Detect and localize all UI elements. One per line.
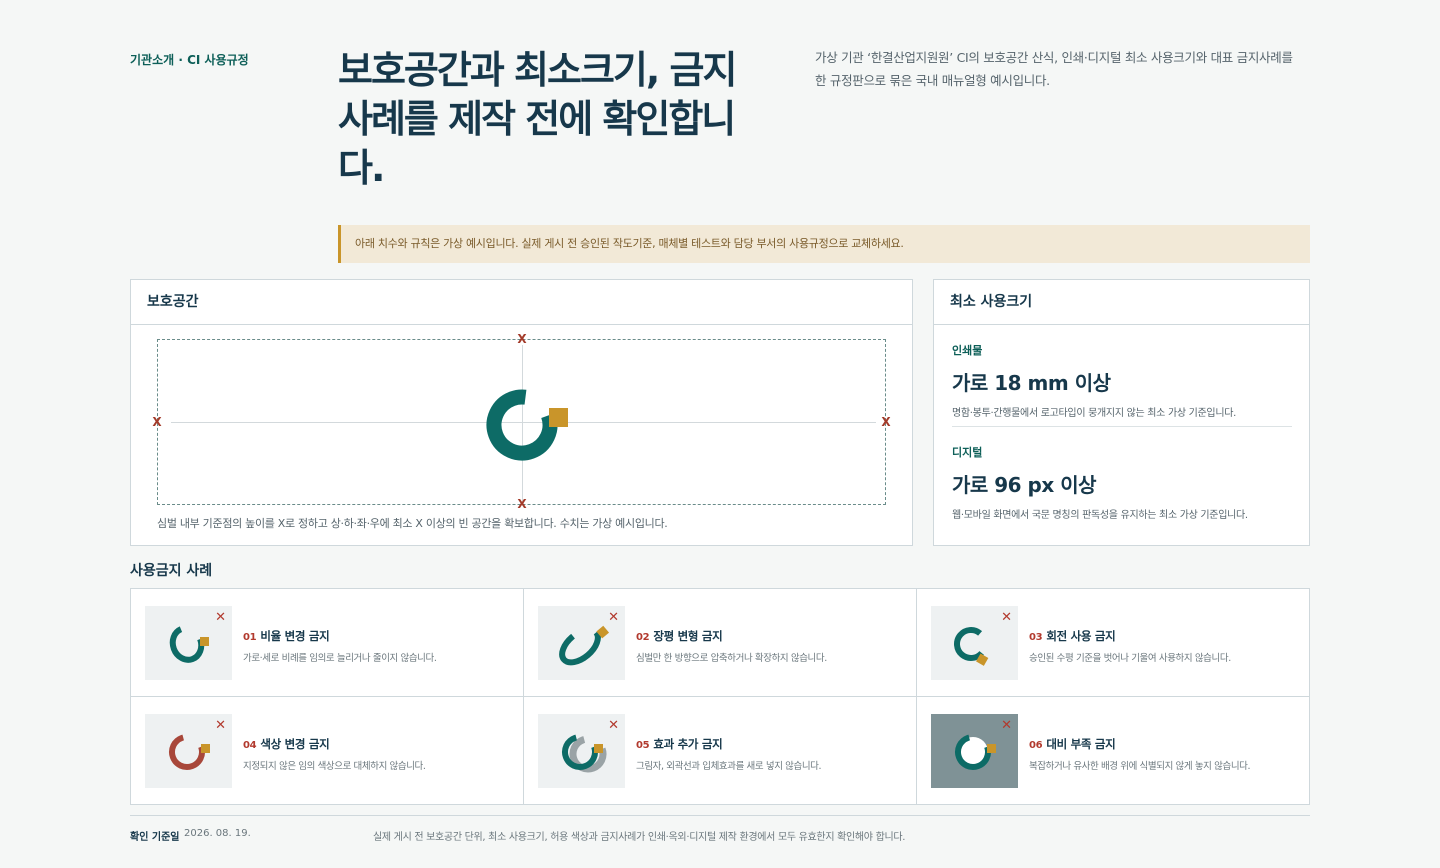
item-title: 색상 변경 금지 <box>260 737 330 751</box>
prohibited-item-heading: 03 회전 사용 금지 <box>1029 628 1116 644</box>
min-size-print: 인쇄물 가로 18 mm 이상 명함·봉투·간행물에서 로고타입이 뭉개지지 않… <box>952 342 1292 419</box>
item-title: 회전 사용 금지 <box>1046 629 1116 643</box>
prohibited-x-icon: ✕ <box>1001 718 1012 733</box>
prohibited-item-heading: 04 색상 변경 금지 <box>243 736 330 752</box>
prohibited-x-icon: ✕ <box>215 718 226 733</box>
prohibited-x-icon: ✕ <box>608 718 619 733</box>
digital-desc: 웹·모바일 화면에서 국문 명칭의 판독성을 유지하는 최소 가상 기준입니다. <box>952 510 1248 521</box>
print-value: 가로 18 mm 이상 <box>952 371 1111 395</box>
prohibited-item-color: ✕ 04 색상 변경 금지 지정되지 않은 임의 색상으로 대체하지 않습니다. <box>131 697 524 805</box>
print-label: 인쇄물 <box>952 344 983 357</box>
clear-space-caption: 심벌 내부 기준점의 높이를 X로 정하고 상·하·좌·우에 최소 X 이상의 … <box>157 517 668 530</box>
print-desc: 명함·봉투·간행물에서 로고타입이 뭉개지지 않는 최소 가상 기준입니다. <box>952 408 1237 419</box>
prohibited-section-title: 사용금지 사례 <box>130 563 213 579</box>
item-desc: 지정되지 않은 임의 색상으로 대체하지 않습니다. <box>243 761 426 772</box>
prohibited-item-heading: 05 효과 추가 금지 <box>636 736 723 752</box>
footer-divider <box>130 815 1310 816</box>
item-desc: 심벌만 한 방향으로 압축하거나 확장하지 않습니다. <box>636 653 827 664</box>
prohibited-item-rotation: ✕ 03 회전 사용 금지 승인된 수평 기준을 벗어나 기울여 사용하지 않습니… <box>917 589 1310 697</box>
prohibited-x-icon: ✕ <box>1001 610 1012 625</box>
item-number: 02 <box>636 632 650 643</box>
item-title: 비율 변경 금지 <box>260 629 330 643</box>
page-title: 보호공간과 최소크기, 금지사례를 제작 전에 확인합니다. <box>338 48 737 190</box>
digital-value: 가로 96 px 이상 <box>952 473 1097 497</box>
item-desc: 그림자, 외곽선과 입체효과를 새로 넣지 않습니다. <box>636 761 822 772</box>
prohibited-item-ratio: ✕ 01 비율 변경 금지 가로·세로 비례를 임의로 늘리거나 줄이지 않습니다… <box>131 589 524 697</box>
clear-space-card: 보호공간 X X X X 심벌 내부 기준점의 높이를 X로 정하고 상·하·좌… <box>130 279 913 546</box>
min-size-digital: 디지털 가로 96 px 이상 웹·모바일 화면에서 국문 명칭의 판독성을 유… <box>952 444 1292 521</box>
prohibited-item-heading: 02 장평 변형 금지 <box>636 628 723 644</box>
prohibited-x-icon: ✕ <box>608 610 619 625</box>
prohibited-item-heading: 06 대비 부족 금지 <box>1029 736 1116 752</box>
prohibited-x-icon: ✕ <box>215 610 226 625</box>
prohibited-item-heading: 01 비율 변경 금지 <box>243 628 330 644</box>
item-number: 04 <box>243 740 257 751</box>
item-number: 03 <box>1029 632 1043 643</box>
thumb-effect: ✕ <box>538 714 625 788</box>
thumb-contrast: ✕ <box>931 714 1018 788</box>
item-desc: 가로·세로 비례를 임의로 늘리거나 줄이지 않습니다. <box>243 653 437 664</box>
ci-symbol <box>486 389 568 461</box>
prohibited-item-contrast: ✕ 06 대비 부족 금지 복잡하거나 유사한 배경 위에 식별되지 않게 놓지 … <box>917 697 1310 805</box>
section-eyebrow: 기관소개 · CI 사용규정 <box>130 53 249 67</box>
notice-banner: 아래 치수와 규칙은 가상 예시입니다. 실제 게시 전 승인된 작도기준, 매… <box>338 225 1310 263</box>
thumb-ratio: ✕ <box>145 606 232 680</box>
item-desc: 승인된 수평 기준을 벗어나 기울여 사용하지 않습니다. <box>1029 653 1231 664</box>
footer-label: 확인 기준일 <box>130 832 180 843</box>
digital-label: 디지털 <box>952 446 983 459</box>
item-title: 효과 추가 금지 <box>653 737 723 751</box>
clear-space-diagram: X X X X <box>131 325 912 515</box>
item-title: 대비 부족 금지 <box>1046 737 1116 751</box>
item-number: 01 <box>243 632 257 643</box>
thumb-condensed: ✕ <box>538 606 625 680</box>
footer-note: 실제 게시 전 보호공간 단위, 최소 사용크기, 허용 색상과 금지사례가 인… <box>373 832 906 843</box>
item-number: 05 <box>636 740 650 751</box>
divider <box>952 426 1292 427</box>
min-size-title: 최소 사용크기 <box>934 280 1309 325</box>
x-marker-bottom: X <box>517 497 527 511</box>
item-desc: 복잡하거나 유사한 배경 위에 식별되지 않게 놓지 않습니다. <box>1029 761 1251 772</box>
page-intro: 가상 기관 ‘한결산업지원원’ CI의 보호공간 산식, 인쇄·디지털 최소 사… <box>815 50 1293 88</box>
item-number: 06 <box>1029 740 1043 751</box>
thumb-color: ✕ <box>145 714 232 788</box>
min-size-card: 최소 사용크기 인쇄물 가로 18 mm 이상 명함·봉투·간행물에서 로고타입… <box>933 279 1310 546</box>
x-marker-left: X <box>152 415 162 429</box>
footer-date: 2026. 08. 19. <box>184 828 251 839</box>
thumb-rotation: ✕ <box>931 606 1018 680</box>
clear-space-title: 보호공간 <box>131 280 912 325</box>
x-marker-top: X <box>517 332 527 346</box>
prohibited-item-condensed: ✕ 02 장평 변형 금지 심벌만 한 방향으로 압축하거나 확장하지 않습니다. <box>524 589 917 697</box>
x-marker-right: X <box>881 415 891 429</box>
prohibited-grid: ✕ 01 비율 변경 금지 가로·세로 비례를 임의로 늘리거나 줄이지 않습니다… <box>130 588 1310 805</box>
prohibited-item-effect: ✕ 05 효과 추가 금지 그림자, 외곽선과 입체효과를 새로 넣지 않습니다. <box>524 697 917 805</box>
item-title: 장평 변형 금지 <box>653 629 723 643</box>
